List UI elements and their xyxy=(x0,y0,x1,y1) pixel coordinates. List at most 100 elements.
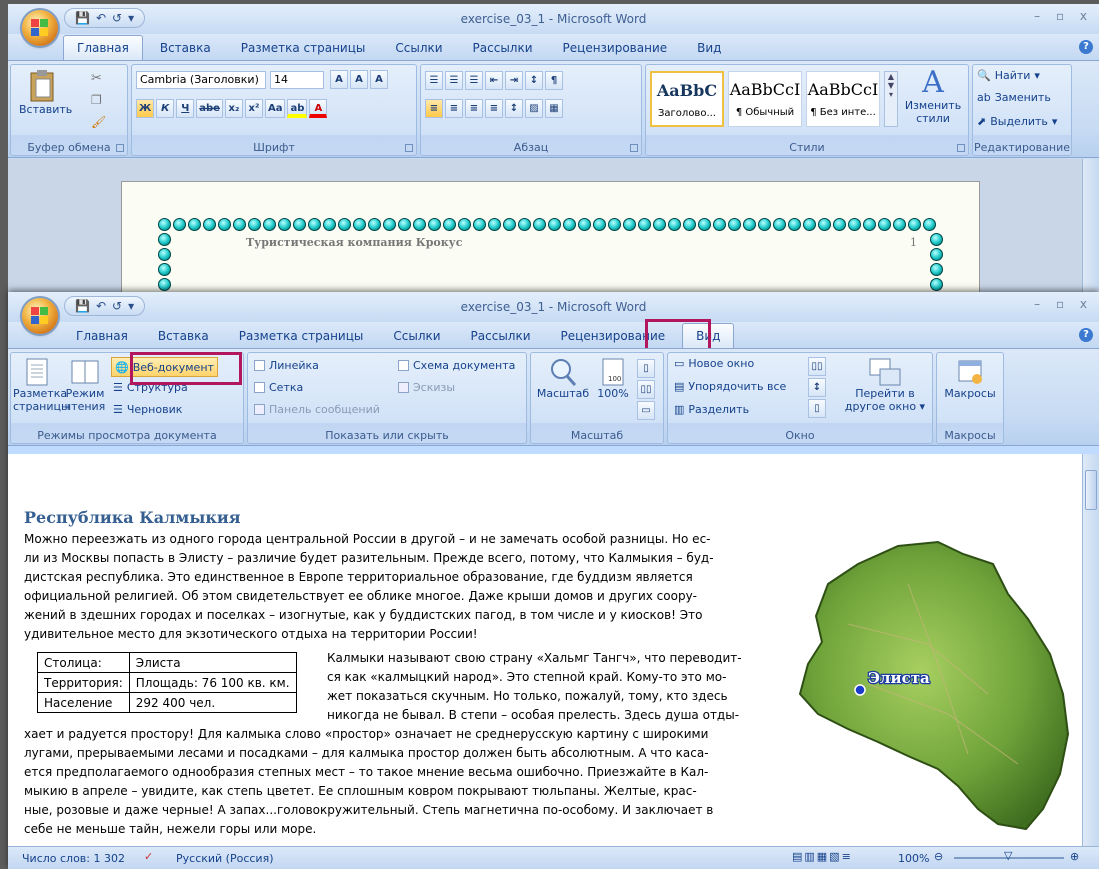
show-marks-icon[interactable]: ¶ xyxy=(545,71,563,90)
tab-home[interactable]: Главная xyxy=(63,324,141,348)
border-dot-icon xyxy=(278,218,291,231)
sync-scroll-icon[interactable]: ↕ xyxy=(808,378,826,397)
shading-icon[interactable]: ▨ xyxy=(525,99,543,118)
window-controls[interactable]: – ▫ x xyxy=(1034,9,1093,23)
numbering-icon[interactable]: ☰ xyxy=(445,71,463,90)
border-dot-icon xyxy=(158,233,171,246)
window-controls[interactable]: – ▫ x xyxy=(1034,297,1093,311)
bold-button[interactable]: Ж xyxy=(136,99,155,118)
bullets-icon[interactable]: ☰ xyxy=(425,71,443,90)
increase-indent-icon[interactable]: ⇥ xyxy=(505,71,523,90)
font-name-combo[interactable]: Cambria (Заголовки) xyxy=(136,71,266,89)
tab-references[interactable]: Ссылки xyxy=(380,324,453,348)
tab-insert[interactable]: Вставка xyxy=(145,324,222,348)
view-shortcuts[interactable]: ▤▥▦▧≡ xyxy=(792,850,853,863)
replace-button[interactable]: ab Заменить xyxy=(977,91,1051,104)
styles-scroll[interactable]: ▲ ▼ ▾ xyxy=(884,71,898,127)
two-pages-icon[interactable]: ▯▯ xyxy=(637,380,655,399)
one-page-icon[interactable]: ▯ xyxy=(637,359,655,378)
vertical-scrollbar[interactable] xyxy=(1082,159,1099,304)
italic-button[interactable]: К xyxy=(156,99,175,118)
change-styles-button[interactable]: A Изменить стили xyxy=(900,67,966,126)
format-painter-icon[interactable]: 🖌 xyxy=(91,115,106,129)
language-indicator[interactable]: Русский (Россия) xyxy=(176,852,274,865)
shrink-font-button[interactable]: A xyxy=(350,70,368,89)
zoom-100-button[interactable]: 100 100% xyxy=(593,357,633,400)
zoom-slider-thumb[interactable]: ▽ xyxy=(1004,849,1012,862)
tab-insert[interactable]: Вставка xyxy=(147,36,224,60)
sort-icon[interactable]: ↕ xyxy=(525,71,543,90)
zoom-button[interactable]: Масштаб xyxy=(533,357,593,400)
borders-icon[interactable]: ▦ xyxy=(545,99,563,118)
find-button[interactable]: 🔍 Найти ▾ xyxy=(977,69,1040,82)
web-layout-document: Республика Калмыкия Можно переезжать из … xyxy=(8,454,1082,846)
grid-checkbox[interactable]: Сетка xyxy=(254,381,303,394)
underline-button[interactable]: Ч xyxy=(176,99,195,118)
message-bar-checkbox[interactable]: Панель сообщений xyxy=(254,403,380,416)
zoom-level[interactable]: 100% xyxy=(898,852,929,865)
multilevel-icon[interactable]: ☰ xyxy=(465,71,483,90)
new-window-button[interactable]: ▭ Новое окно xyxy=(674,357,754,370)
line-spacing-icon[interactable]: ↕ xyxy=(505,99,523,118)
align-center-icon[interactable]: ≡ xyxy=(445,99,463,118)
select-button[interactable]: ⬈ Выделить ▾ xyxy=(977,115,1057,128)
dialog-launcher-icon[interactable] xyxy=(405,144,413,152)
tab-mailings[interactable]: Рассылки xyxy=(460,36,546,60)
reset-position-icon[interactable]: ▯ xyxy=(808,399,826,418)
group-clipboard: Вставить ✂ ❐ 🖌 Буфер обмена xyxy=(10,64,128,156)
dialog-launcher-icon[interactable] xyxy=(957,144,965,152)
decrease-indent-icon[interactable]: ⇤ xyxy=(485,71,503,90)
zoom-out-icon[interactable]: ⊖ xyxy=(934,850,943,863)
change-case-button[interactable]: Aa xyxy=(264,99,286,118)
tab-layout[interactable]: Разметка страницы xyxy=(228,36,379,60)
copy-icon[interactable]: ❐ xyxy=(91,93,102,107)
switch-windows-button[interactable]: Перейти в другое окно ▾ xyxy=(840,357,930,413)
tab-home[interactable]: Главная xyxy=(63,35,143,60)
tab-view[interactable]: Вид xyxy=(684,36,734,60)
document-map-checkbox[interactable]: Схема документа xyxy=(398,359,515,372)
subscript-button[interactable]: x₂ xyxy=(224,99,243,118)
office-button[interactable] xyxy=(22,298,58,334)
macros-button[interactable]: Макросы xyxy=(939,357,1001,400)
clear-format-button[interactable]: A xyxy=(370,70,388,89)
arrange-all-button[interactable]: ▤ Упорядочить все xyxy=(674,380,786,393)
office-button[interactable] xyxy=(22,10,58,46)
svg-text:100: 100 xyxy=(608,375,621,383)
grow-font-button[interactable]: A xyxy=(330,70,348,89)
side-by-side-icon[interactable]: ▯▯ xyxy=(808,357,826,376)
dialog-launcher-icon[interactable] xyxy=(630,144,638,152)
word-count[interactable]: Число слов: 1 302 xyxy=(22,852,125,865)
tab-mailings[interactable]: Рассылки xyxy=(458,324,544,348)
print-layout-button[interactable]: Разметка страницы xyxy=(13,357,70,413)
thumbnails-checkbox[interactable]: Эскизы xyxy=(398,381,455,394)
superscript-button[interactable]: x² xyxy=(244,99,263,118)
reading-mode-button[interactable]: Режим чтения xyxy=(63,357,107,413)
ruler-checkbox[interactable]: Линейка xyxy=(254,359,319,372)
zoom-in-icon[interactable]: ⊕ xyxy=(1070,850,1079,863)
cut-icon[interactable]: ✂ xyxy=(91,71,102,86)
split-button[interactable]: ▥ Разделить xyxy=(674,403,749,416)
style-heading[interactable]: AaBbC Заголово... xyxy=(650,71,724,127)
align-right-icon[interactable]: ≡ xyxy=(465,99,483,118)
dialog-launcher-icon[interactable] xyxy=(116,144,124,152)
tab-layout[interactable]: Разметка страницы xyxy=(226,324,377,348)
draft-button[interactable]: ☰ Черновик xyxy=(113,403,182,416)
font-color-icon[interactable]: A xyxy=(309,99,328,118)
style-no-spacing[interactable]: AaBbCcI ¶ Без инте... xyxy=(806,71,880,127)
help-icon[interactable]: ? xyxy=(1079,40,1093,54)
paste-button[interactable]: Вставить xyxy=(19,69,72,116)
vertical-scrollbar[interactable] xyxy=(1082,454,1099,846)
tab-review[interactable]: Рецензирование xyxy=(550,36,681,60)
help-icon[interactable]: ? xyxy=(1079,328,1093,342)
proofing-icon[interactable]: ✓ xyxy=(144,850,153,863)
justify-icon[interactable]: ≡ xyxy=(485,99,503,118)
tab-references[interactable]: Ссылки xyxy=(382,36,455,60)
style-normal[interactable]: AaBbCcI ¶ Обычный xyxy=(728,71,802,127)
font-size-combo[interactable]: 14 xyxy=(270,71,324,89)
align-left-icon[interactable]: ≡ xyxy=(425,99,443,118)
highlight-icon[interactable]: ab xyxy=(287,99,308,118)
border-dot-icon xyxy=(158,248,171,261)
strikethrough-button[interactable]: abe xyxy=(196,99,223,118)
page-width-icon[interactable]: ▭ xyxy=(637,401,655,420)
scrollbar-thumb[interactable] xyxy=(1085,470,1097,510)
